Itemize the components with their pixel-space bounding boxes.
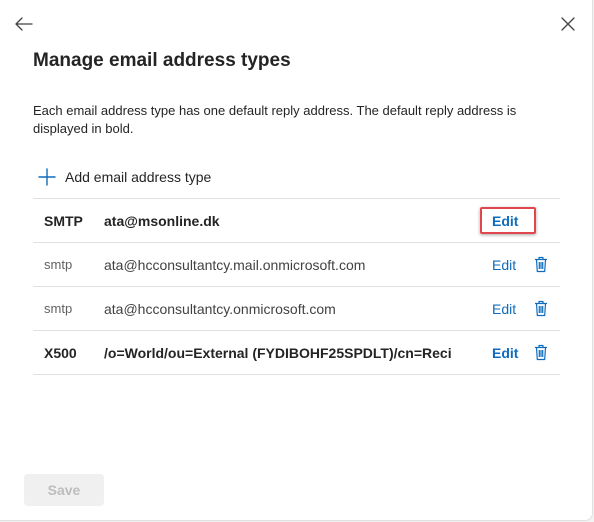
table-row: SMTP ata@msonline.dk Edit	[33, 198, 560, 242]
email-types-table: SMTP ata@msonline.dk Edit smtp ata@hccon…	[33, 198, 560, 375]
plus-icon	[38, 168, 56, 186]
table-row: X500 /o=World/ou=External (FYDIBOHF25SPD…	[33, 330, 560, 375]
page-title: Manage email address types	[33, 50, 291, 71]
email-type: SMTP	[44, 212, 83, 229]
add-email-type-button[interactable]: Add email address type	[38, 168, 211, 186]
manage-email-types-panel: Manage email address types Each email ad…	[0, 0, 593, 521]
arrow-left-icon	[15, 17, 33, 31]
email-address: ata@hcconsultantcy.onmicrosoft.com	[104, 300, 336, 317]
edit-button[interactable]: Edit	[492, 257, 516, 273]
add-email-type-label: Add email address type	[65, 169, 212, 185]
description-text: Each email address type has one default …	[33, 103, 517, 136]
table-row: smtp ata@hcconsultantcy.onmicrosoft.com …	[33, 286, 560, 330]
email-address: ata@hcconsultantcy.mail.onmicrosoft.com	[104, 256, 366, 273]
highlight-annotation	[480, 207, 536, 234]
trash-icon[interactable]	[533, 256, 549, 274]
edit-button[interactable]: Edit	[492, 345, 518, 361]
email-type: smtp	[44, 301, 73, 316]
edit-button[interactable]: Edit	[492, 301, 516, 317]
close-icon	[561, 17, 575, 31]
email-address: /o=World/ou=External (FYDIBOHF25SPDLT)/c…	[104, 344, 452, 361]
email-type: X500	[44, 344, 77, 361]
trash-icon[interactable]	[533, 344, 549, 362]
email-type: smtp	[44, 257, 73, 272]
table-row: smtp ata@hcconsultantcy.mail.onmicrosoft…	[33, 242, 560, 286]
email-address: ata@msonline.dk	[104, 212, 220, 229]
save-button[interactable]: Save	[24, 474, 104, 506]
trash-icon[interactable]	[533, 300, 549, 318]
back-button[interactable]	[12, 12, 36, 36]
close-button[interactable]	[556, 12, 580, 36]
